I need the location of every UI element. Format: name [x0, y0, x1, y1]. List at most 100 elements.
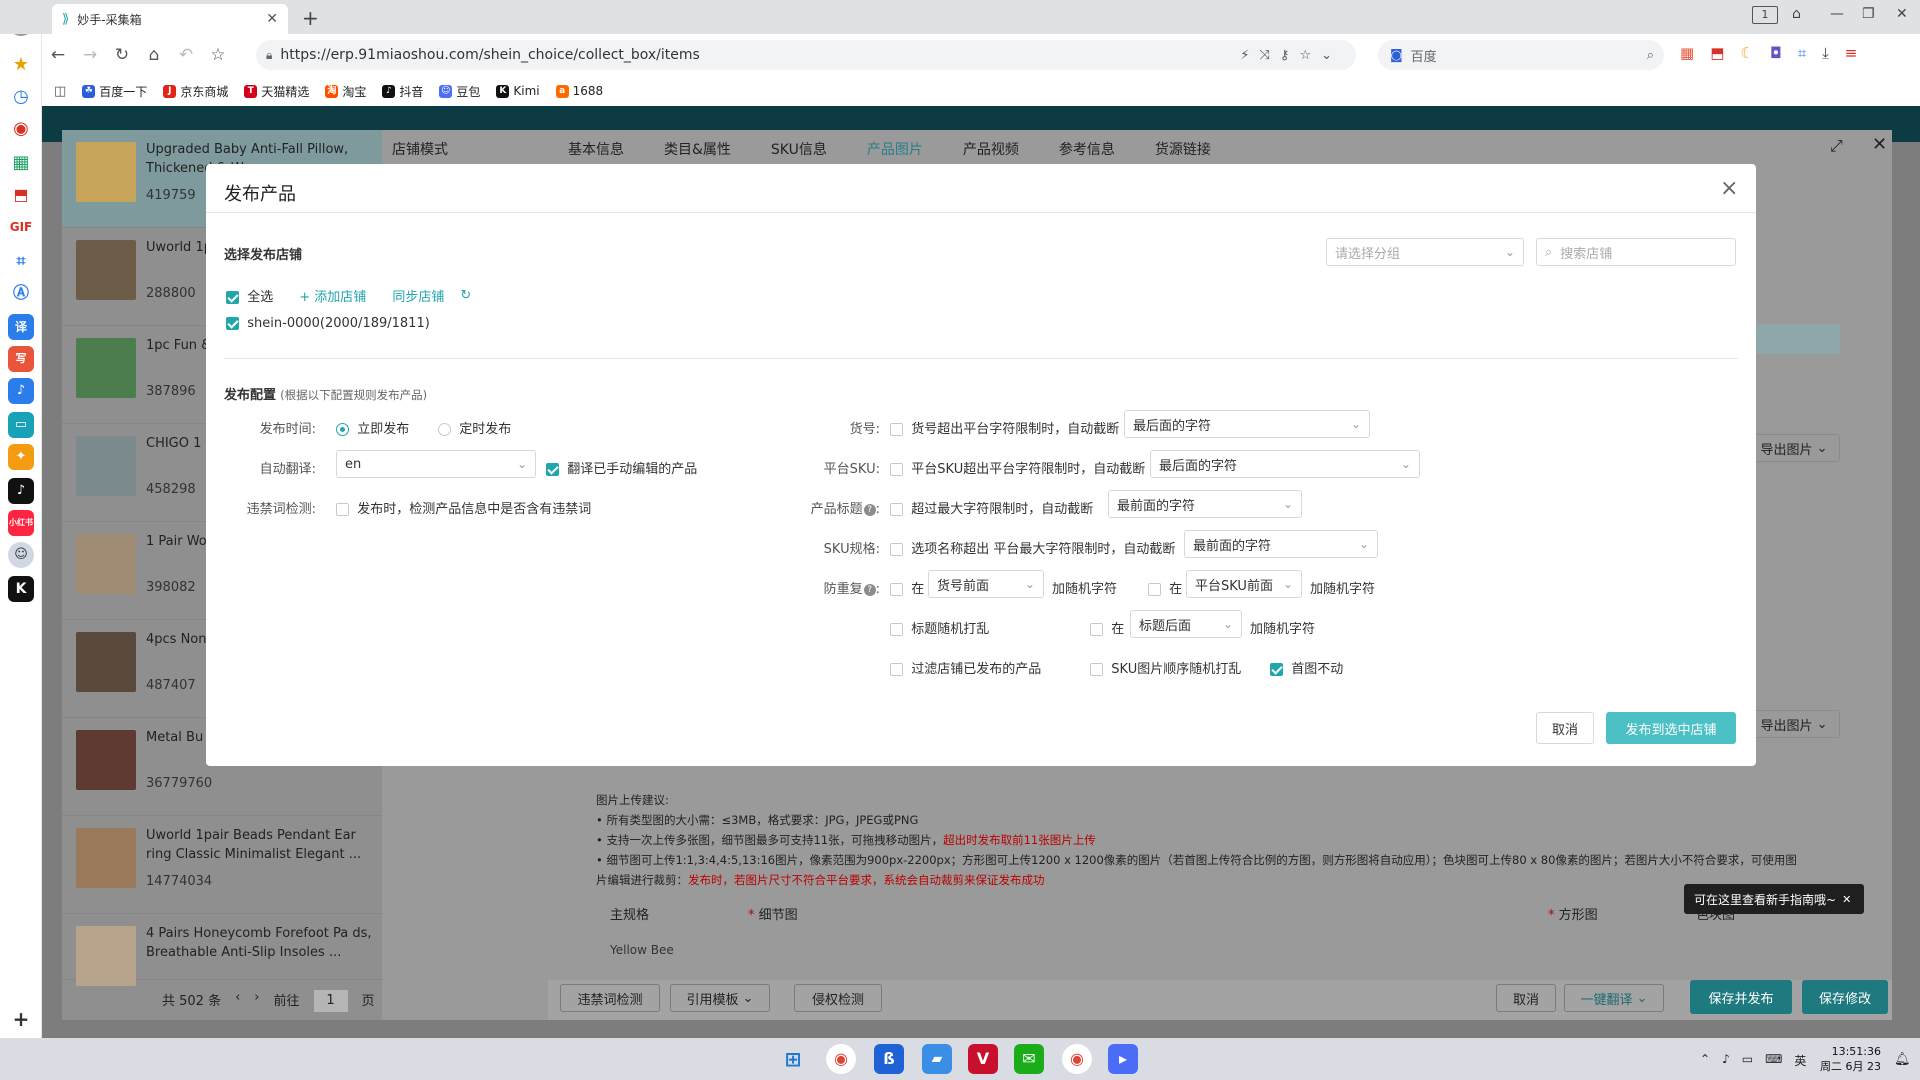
save-button[interactable]: 保存修改 — [1802, 980, 1888, 1014]
export-images-button-2[interactable]: 导出图片 ⌄ — [1748, 710, 1840, 738]
download-icon[interactable]: ⤓ — [1822, 44, 1829, 62]
tab-store-mode[interactable]: 店铺模式 — [392, 139, 448, 159]
extension-crop-icon[interactable]: ⌗ — [1798, 44, 1806, 62]
sku-position-select[interactable]: 平台SKU前面 ⌄ — [1186, 570, 1302, 598]
wechat-icon[interactable]: ✉ — [1014, 1044, 1044, 1074]
extension-robot-icon[interactable]: ◘ — [1770, 44, 1782, 62]
writing-icon[interactable]: 写 — [8, 346, 34, 372]
ban-check-button[interactable]: 违禁词检测 — [560, 984, 660, 1012]
store-checkbox[interactable]: shein-0000(2000/189/1811) — [226, 316, 430, 331]
extension-moon-icon[interactable]: ☾ — [1740, 44, 1753, 62]
item-no-position-select[interactable]: 货号前面 ⌄ — [928, 570, 1044, 598]
title-position-select[interactable]: 标题后面 ⌄ — [1130, 610, 1242, 638]
translate-all-button[interactable]: 一键翻译 ⌄ — [1564, 984, 1664, 1012]
tab-product-video[interactable]: 产品视频 — [963, 139, 1019, 159]
publish-scheduled-radio[interactable]: 定时发布 — [438, 418, 511, 437]
minimize-icon[interactable]: — — [1830, 6, 1844, 22]
clock[interactable]: 13:51:36 周二 6月 23 — [1820, 1044, 1881, 1074]
app-icon[interactable]: ♪ — [8, 378, 34, 404]
forward-icon[interactable]: → — [74, 45, 106, 65]
tiktok-icon[interactable]: ♪ — [8, 478, 34, 504]
reload-icon[interactable]: ↻ — [106, 45, 138, 65]
fullscreen-icon[interactable]: ⤢ — [1830, 136, 1843, 156]
star-icon[interactable]: ★ — [8, 52, 34, 78]
translate-alt-icon[interactable]: 译 — [8, 314, 34, 340]
search-box[interactable]: ◙ 百度 ⌕ — [1378, 40, 1664, 70]
gif-icon[interactable]: GIF — [8, 214, 34, 240]
platform-sku-checkbox[interactable]: 平台SKU超出平台字符限制时，自动截断 — [890, 458, 1145, 477]
clock-icon[interactable]: ◷ — [8, 84, 34, 110]
sku-image-shuffle-checkbox[interactable]: SKU图片顺序随机打乱 — [1090, 658, 1241, 677]
search-icon[interactable]: ⌕ — [1647, 48, 1654, 63]
translate-icon[interactable]: Ⓐ — [8, 280, 34, 306]
menu-icon[interactable]: ≡ — [1845, 44, 1858, 62]
store-search-input[interactable]: ⌕ 搜索店铺 — [1536, 238, 1736, 266]
translate-edited-checkbox[interactable]: 翻译已手动编辑的产品 — [546, 458, 697, 477]
panel-close-icon[interactable]: ✕ — [1872, 134, 1887, 155]
window-close-icon[interactable]: ✕ — [1896, 6, 1908, 22]
platform-sku-truncate-select[interactable]: 最后面的字符 ⌄ — [1150, 450, 1420, 478]
ime-indicator[interactable]: 英 — [1794, 1052, 1806, 1069]
sidebar-toggle-icon[interactable]: ◫ — [54, 84, 66, 99]
tab-close-icon[interactable]: ✕ — [266, 11, 278, 27]
product-title-truncate-select[interactable]: 最前面的字符 ⌄ — [1108, 490, 1302, 518]
windows-start-icon[interactable]: ⊞ — [778, 1044, 808, 1074]
network-icon[interactable]: ▭ — [1742, 1052, 1753, 1069]
terminal-icon[interactable]: ▸ — [1108, 1044, 1138, 1074]
bookmark-doubao[interactable]: ☺ 豆包 — [439, 83, 480, 100]
refresh-icon[interactable]: ↻ — [460, 288, 471, 303]
select-all-checkbox[interactable]: 全选 — [226, 286, 273, 305]
plus-icon[interactable]: + — [8, 1006, 34, 1032]
anti-dup-item-no-checkbox[interactable]: 在 — [890, 578, 924, 597]
infringe-check-button[interactable]: 侵权检测 — [794, 984, 882, 1012]
title-shuffle-checkbox[interactable]: 标题随机打乱 — [890, 618, 989, 637]
bookmark-1688[interactable]: a 1688 — [555, 84, 603, 98]
kimi-icon[interactable]: K — [8, 576, 34, 602]
extension-pdf-icon[interactable]: ⬒ — [1710, 44, 1724, 62]
folder-icon[interactable]: ▰ — [922, 1044, 952, 1074]
vivaldi-icon[interactable]: V — [968, 1044, 998, 1074]
item-no-truncate-select[interactable]: 最后面的字符 ⌄ — [1124, 410, 1370, 438]
tray-expand-icon[interactable]: ⌃ — [1700, 1052, 1710, 1069]
tab-product-images[interactable]: 产品图片 — [867, 139, 923, 159]
item-no-checkbox[interactable]: 货号超出平台字符限制时，自动截断 — [890, 418, 1119, 437]
bottom-cancel-button[interactable]: 取消 — [1496, 984, 1556, 1012]
browser-tab[interactable]: ⟫ 妙手-采集箱 ✕ — [52, 4, 288, 34]
modal-close-icon[interactable]: × — [1720, 176, 1738, 201]
game-icon[interactable]: ✦ — [8, 444, 34, 470]
translate-language-select[interactable]: en ⌄ — [336, 450, 536, 478]
url-action-icons[interactable]: ⚡⤨⚷☆⌄ — [1240, 48, 1342, 63]
bookmark-douyin[interactable]: ♪ 抖音 — [382, 83, 423, 100]
tooltip-close-icon[interactable]: ✕ — [1842, 893, 1851, 906]
chrome-icon[interactable]: ◉ — [826, 1044, 856, 1074]
crop-icon[interactable]: ⌗ — [8, 248, 34, 274]
first-image-fixed-checkbox[interactable]: 首图不动 — [1270, 658, 1343, 677]
restore-icon[interactable]: ❐ — [1862, 6, 1875, 22]
template-button[interactable]: 引用模板 ⌄ — [670, 984, 770, 1012]
apps-icon[interactable]: ▦ — [8, 150, 34, 176]
publish-to-selected-button[interactable]: 发布到选中店铺 — [1606, 712, 1736, 744]
save-publish-button[interactable]: 保存并发布 — [1690, 980, 1792, 1014]
tab-reference-info[interactable]: 参考信息 — [1059, 139, 1115, 159]
browser-app-icon[interactable]: ß — [874, 1044, 904, 1074]
keyboard-icon[interactable]: ⌨ — [1765, 1052, 1782, 1069]
monitor-icon[interactable]: ▭ — [8, 412, 34, 438]
sync-store-link[interactable]: 同步店铺 — [392, 286, 444, 305]
anti-dup-sku-checkbox[interactable]: 在 — [1148, 578, 1182, 597]
title-random-checkbox[interactable]: 在 — [1090, 618, 1124, 637]
pdf-icon[interactable]: ⬒ — [8, 182, 34, 208]
tab-count-badge[interactable]: 1 — [1752, 6, 1778, 24]
tab-source-link[interactable]: 货源链接 — [1155, 139, 1211, 159]
url-bar[interactable]: 🔒︎ https://erp.91miaoshou.com/shein_choi… — [256, 40, 1356, 70]
skin-icon[interactable]: ⌂ — [1792, 6, 1801, 22]
undo-icon[interactable]: ↶ — [170, 45, 202, 65]
speaker-icon[interactable]: ♪ — [1722, 1052, 1730, 1069]
xiaohongshu-icon[interactable]: 小红书 — [8, 510, 34, 536]
bookmark-tmall[interactable]: T 天猫精选 — [244, 83, 309, 100]
chrome-icon-2[interactable]: ◉ — [1062, 1044, 1092, 1074]
bookmark-baidu[interactable]: ☘ 百度一下 — [82, 83, 147, 100]
sku-spec-checkbox[interactable]: 选项名称超出 平台最大字符限制时，自动截断 — [890, 538, 1175, 557]
filter-published-checkbox[interactable]: 过滤店铺已发布的产品 — [890, 658, 1041, 677]
tab-basic-info[interactable]: 基本信息 — [568, 139, 624, 159]
next-page-icon[interactable]: › — [254, 990, 259, 1012]
